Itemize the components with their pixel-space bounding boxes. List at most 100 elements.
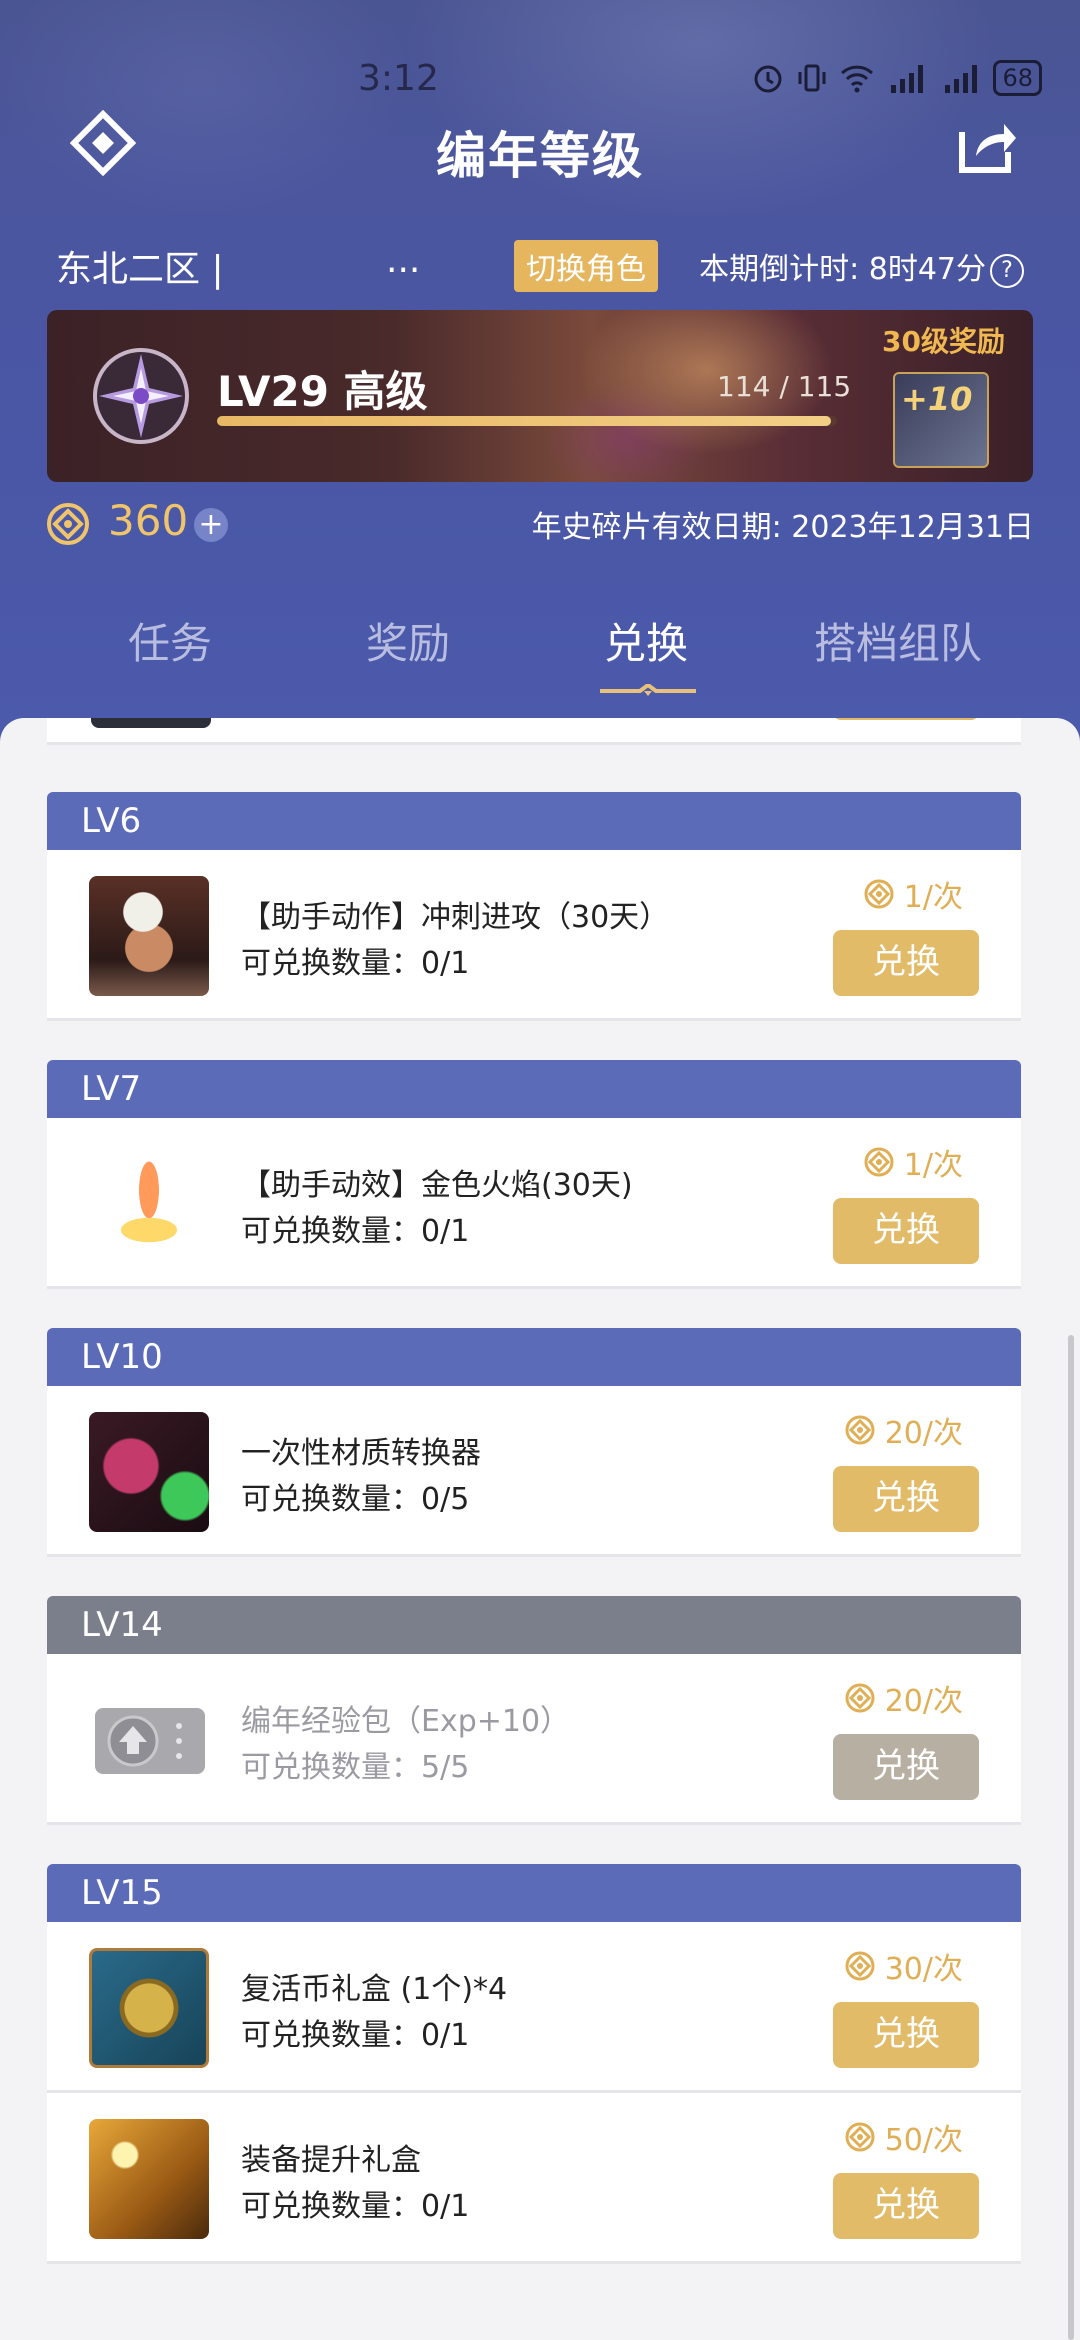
title-bar: 编年等级 bbox=[0, 110, 1080, 185]
exchange-button[interactable]: 兑换 bbox=[833, 1198, 979, 1264]
vibrate-icon bbox=[798, 64, 826, 92]
exp-progress-bar bbox=[217, 416, 837, 426]
next-reward-label: 30级奖励 bbox=[882, 325, 1005, 358]
battery-indicator: 68 bbox=[993, 60, 1042, 96]
level-header: LV10 bbox=[47, 1328, 1021, 1386]
role-name: ... bbox=[386, 240, 421, 281]
exp-readout: 114 / 115 bbox=[717, 370, 852, 403]
coin-icon bbox=[845, 1683, 875, 1713]
tab-partner-team[interactable]: 搭档组队 bbox=[798, 610, 998, 671]
golden-flame-icon bbox=[89, 1144, 209, 1264]
item-name: 一次性材质转换器 bbox=[241, 1436, 481, 1471]
level-section-lv6: LV6 【助手动作】冲刺进攻（30天） 可兑换数量：0/1 1/次 兑换 bbox=[47, 792, 1021, 1021]
currency-row: 360 + 年史碎片有效日期: 2023年12月31日 bbox=[46, 496, 1034, 552]
level-section-lv14: LV14 编年经验包（Exp+10） 可兑换数量：5/5 20/次 兑换 bbox=[47, 1596, 1021, 1825]
item-cost: 1/次 bbox=[864, 872, 963, 916]
tab-tasks[interactable]: 任务 bbox=[70, 610, 270, 671]
exchange-button[interactable]: 兑换 bbox=[833, 1466, 979, 1532]
help-icon[interactable]: ? bbox=[990, 253, 1024, 288]
cost-value: 1/次 bbox=[903, 880, 963, 915]
coin-icon bbox=[864, 879, 894, 909]
item-name: 【助手动作】冲刺进攻（30天） bbox=[241, 900, 670, 935]
list-item: 复活币礼盒 (1个)*4 可兑换数量：0/1 30/次 兑换 bbox=[47, 1922, 1021, 2093]
reward-badge: +10 bbox=[901, 380, 973, 418]
equipment-chest-icon bbox=[89, 2119, 209, 2239]
item-cost: 20/次 bbox=[845, 1676, 963, 1720]
exp-progress-fill bbox=[217, 416, 831, 426]
level-label: LV29 高级 bbox=[217, 367, 428, 416]
cost-value: 1/次 bbox=[903, 1148, 963, 1183]
item-quantity: 可兑换数量：0/1 bbox=[241, 1214, 470, 1249]
list-item: 编年经验包（Exp+10） 可兑换数量：5/5 20/次 兑换 bbox=[47, 1654, 1021, 1825]
warrior-portrait-icon bbox=[89, 876, 209, 996]
coin-icon bbox=[845, 1951, 875, 1981]
tab-exchange[interactable]: 兑换 bbox=[546, 610, 746, 671]
item-name: 【助手动效】金色火焰(30天) bbox=[241, 1168, 633, 1203]
page-title: 编年等级 bbox=[436, 127, 644, 185]
level-section-lv7: LV7 【助手动效】金色火焰(30天) 可兑换数量：0/1 1/次 兑换 bbox=[47, 1060, 1021, 1289]
tab-bar: 任务 奖励 兑换 搭档组队 bbox=[0, 610, 1080, 700]
exchange-button-partial[interactable] bbox=[833, 718, 979, 720]
item-quantity: 可兑换数量：5/5 bbox=[241, 1750, 470, 1785]
coin-icon bbox=[845, 2122, 875, 2152]
server-name: 东北二区 | bbox=[56, 249, 224, 290]
item-quantity: 可兑换数量：0/5 bbox=[241, 1482, 470, 1517]
status-icons: 68 bbox=[751, 58, 1042, 98]
item-quantity: 可兑换数量：0/1 bbox=[241, 2189, 470, 2224]
add-coin-icon[interactable]: + bbox=[194, 508, 228, 542]
active-tab-indicator bbox=[600, 684, 696, 696]
alarm-icon bbox=[754, 65, 782, 93]
item-thumbnail-partial bbox=[91, 718, 211, 728]
item-name: 复活币礼盒 (1个)*4 bbox=[241, 1972, 508, 2007]
exp-current: 114 bbox=[717, 370, 771, 403]
tab-rewards[interactable]: 奖励 bbox=[308, 610, 508, 671]
cost-value: 30/次 bbox=[884, 1952, 963, 1987]
switch-role-button[interactable]: 切换角色 bbox=[514, 240, 658, 292]
countdown-text: 本期倒计时: 8时47分 bbox=[699, 252, 986, 287]
scrollbar[interactable] bbox=[1068, 1335, 1074, 2340]
exchange-button[interactable]: 兑换 bbox=[833, 2173, 979, 2239]
signal-4g-icon bbox=[945, 65, 978, 93]
cost-value: 50/次 bbox=[884, 2123, 963, 2158]
item-cost: 50/次 bbox=[845, 2115, 963, 2159]
item-cost: 20/次 bbox=[845, 1408, 963, 1452]
exchange-list[interactable]: LV6 【助手动作】冲刺进攻（30天） 可兑换数量：0/1 1/次 兑换 LV7… bbox=[0, 718, 1080, 2340]
list-item-partial bbox=[47, 718, 1021, 745]
list-item: 装备提升礼盒 可兑换数量：0/1 50/次 兑换 bbox=[47, 2093, 1021, 2264]
item-cost: 1/次 bbox=[864, 1140, 963, 1184]
level-banner: LV29 高级 114 / 115 30级奖励 +10 bbox=[47, 310, 1033, 482]
status-bar: 3:12 68 bbox=[0, 58, 1080, 99]
coin-icon bbox=[864, 1147, 894, 1177]
exchange-button-disabled[interactable]: 兑换 bbox=[833, 1734, 979, 1800]
item-quantity: 可兑换数量：0/1 bbox=[241, 946, 470, 981]
reward-item-icon[interactable]: +10 bbox=[893, 372, 989, 468]
compass-icon bbox=[93, 348, 189, 444]
exchange-button[interactable]: 兑换 bbox=[833, 930, 979, 996]
header-banner: 3:12 68 编年等级 东北二区 | ... 切换角色 本期倒计时: 8时47… bbox=[0, 0, 1080, 760]
share-icon[interactable] bbox=[954, 112, 1020, 178]
exp-ticket-icon bbox=[95, 1708, 205, 1774]
exchange-button[interactable]: 兑换 bbox=[833, 2002, 979, 2068]
fragment-expiry: 年史碎片有效日期: 2023年12月31日 bbox=[531, 510, 1034, 545]
list-item: 【助手动作】冲刺进攻（30天） 可兑换数量：0/1 1/次 兑换 bbox=[47, 850, 1021, 1021]
coin-icon bbox=[845, 1415, 875, 1445]
list-item: 一次性材质转换器 可兑换数量：0/5 20/次 兑换 bbox=[47, 1386, 1021, 1557]
server-row: 东北二区 | ... 切换角色 本期倒计时: 8时47分? bbox=[56, 240, 1024, 292]
revive-coin-box-icon bbox=[89, 1948, 209, 2068]
cost-value: 20/次 bbox=[884, 1416, 963, 1451]
cost-value: 20/次 bbox=[884, 1684, 963, 1719]
item-name: 编年经验包（Exp+10） bbox=[241, 1704, 571, 1739]
level-header: LV14 bbox=[47, 1596, 1021, 1654]
level-header: LV6 bbox=[47, 792, 1021, 850]
level-header: LV7 bbox=[47, 1060, 1021, 1118]
wifi-icon bbox=[841, 65, 874, 93]
coin-amount: 360 bbox=[108, 496, 189, 545]
item-name: 装备提升礼盒 bbox=[241, 2143, 421, 2178]
fragment-coin-icon bbox=[47, 503, 89, 545]
material-converter-icon bbox=[89, 1412, 209, 1532]
exp-total: 115 bbox=[797, 370, 852, 403]
signal-5g-icon bbox=[891, 65, 924, 93]
item-cost: 30/次 bbox=[845, 1944, 963, 1988]
item-quantity: 可兑换数量：0/1 bbox=[241, 2018, 470, 2053]
level-section-lv15: LV15 复活币礼盒 (1个)*4 可兑换数量：0/1 30/次 兑换 装备提升… bbox=[47, 1864, 1021, 2264]
